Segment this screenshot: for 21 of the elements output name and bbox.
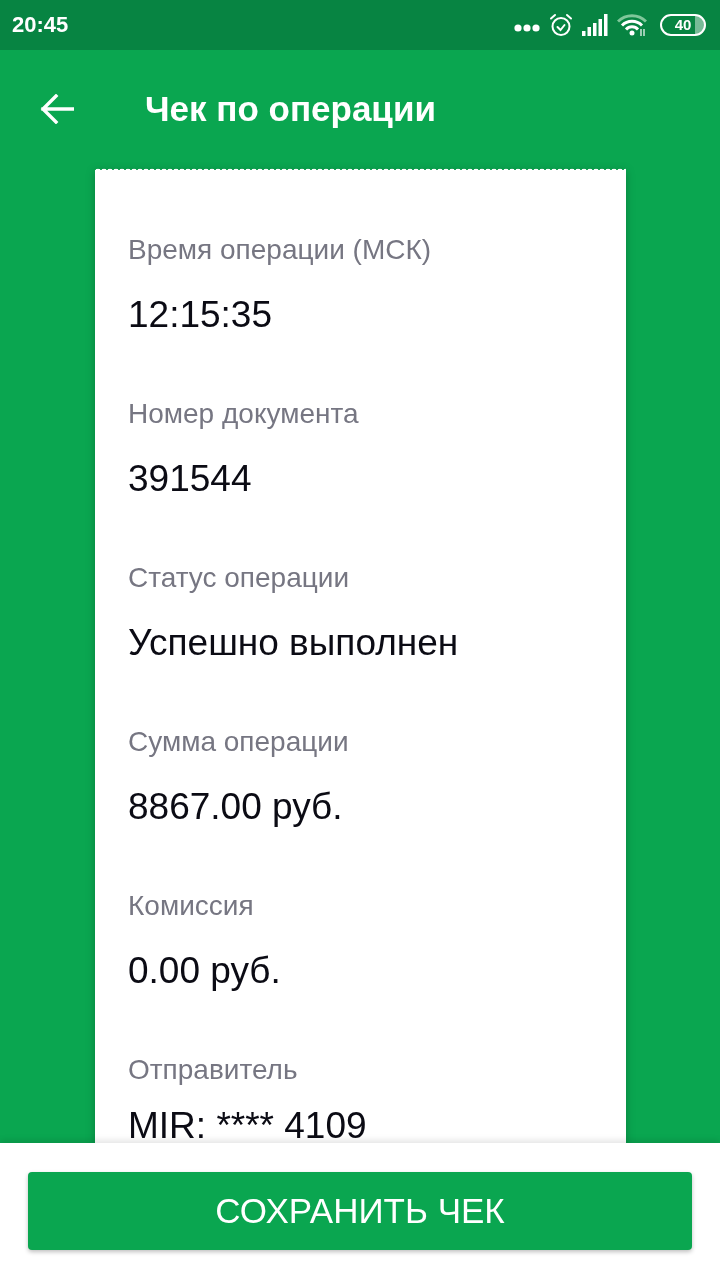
field-label: Комиссия [128, 889, 254, 923]
field-label: Время операции (МСК) [128, 233, 432, 267]
screen-title: Чек по операции [145, 88, 436, 129]
signal-icon [582, 14, 608, 36]
field-label: Статус операции [128, 561, 350, 595]
field-label: Номер документа [128, 397, 359, 431]
field-value: 8867.00 руб. [128, 785, 343, 829]
wifi-icon [617, 14, 647, 36]
field-value: 12:15:35 [128, 293, 273, 337]
field-value: 391544 [128, 457, 252, 501]
save-receipt-button[interactable]: СОХРАНИТЬ ЧЕК [28, 1172, 692, 1250]
status-time: 20:45 [12, 12, 69, 38]
field-value: MIR: **** 4109 [128, 1107, 367, 1143]
field-value: Успешно выполнен [128, 621, 459, 665]
field-value: 0.00 руб. [128, 949, 281, 993]
back-arrow-icon [40, 93, 74, 124]
battery-percent: 40 [674, 17, 692, 33]
field-label: Отправитель [128, 1053, 298, 1087]
dots-icon [514, 24, 540, 32]
alarm-clock-icon [549, 13, 573, 37]
field-label: Сумма операции [128, 725, 349, 759]
